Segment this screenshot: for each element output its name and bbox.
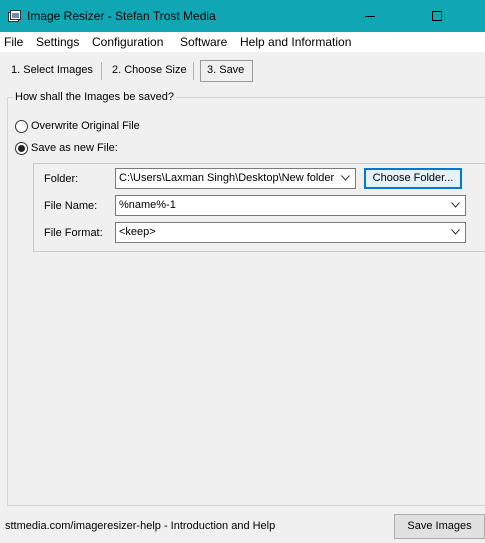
title-bar: Image Resizer - Stefan Trost Media — [0, 0, 485, 32]
menu-configuration[interactable]: Configuration — [92, 35, 163, 49]
maximize-button[interactable] — [414, 0, 460, 32]
tab-save-label: 3. Save — [207, 64, 245, 76]
tab-separator — [193, 62, 194, 80]
menu-file[interactable]: File — [4, 35, 23, 49]
minimize-button[interactable] — [347, 0, 393, 32]
menu-software[interactable]: Software — [180, 35, 227, 49]
folder-label: Folder: — [44, 173, 79, 185]
save-as-new-label[interactable]: Save as new File: — [31, 142, 118, 154]
overwrite-original-radio[interactable] — [15, 120, 28, 133]
folder-value: C:\Users\Laxman Singh\Desktop\New folder — [119, 172, 335, 184]
file-format-label: File Format: — [44, 227, 103, 239]
group-title: How shall the Images be saved? — [13, 91, 176, 103]
minimize-icon — [365, 16, 375, 17]
file-name-label: File Name: — [44, 200, 98, 212]
overwrite-original-label[interactable]: Overwrite Original File — [31, 120, 140, 132]
tab-choose-size[interactable]: 2. Choose Size — [112, 64, 187, 76]
save-as-new-radio[interactable] — [15, 142, 28, 155]
menu-help[interactable]: Help and Information — [240, 35, 351, 49]
save-options-group — [7, 97, 485, 506]
app-icon — [8, 10, 21, 22]
chevron-down-icon — [341, 175, 350, 181]
menu-settings[interactable]: Settings — [36, 35, 79, 49]
chevron-down-icon — [451, 202, 460, 208]
choose-folder-button[interactable]: Choose Folder... — [364, 168, 462, 189]
window-title: Image Resizer - Stefan Trost Media — [27, 9, 216, 23]
chevron-down-icon — [451, 229, 460, 235]
help-link[interactable]: sttmedia.com/imageresizer-help - Introdu… — [5, 520, 275, 532]
maximize-icon — [432, 11, 442, 21]
save-images-button[interactable]: Save Images — [394, 514, 485, 539]
file-format-value: <keep> — [119, 226, 156, 238]
menu-bar: File Settings Configuration Software Hel… — [0, 32, 485, 52]
file-format-select[interactable]: <keep> — [115, 222, 466, 243]
file-name-value: %name%-1 — [119, 199, 176, 211]
tab-select-images[interactable]: 1. Select Images — [11, 64, 93, 76]
tab-separator — [101, 62, 102, 80]
folder-select[interactable]: C:\Users\Laxman Singh\Desktop\New folder — [115, 168, 356, 189]
file-name-select[interactable]: %name%-1 — [115, 195, 466, 216]
